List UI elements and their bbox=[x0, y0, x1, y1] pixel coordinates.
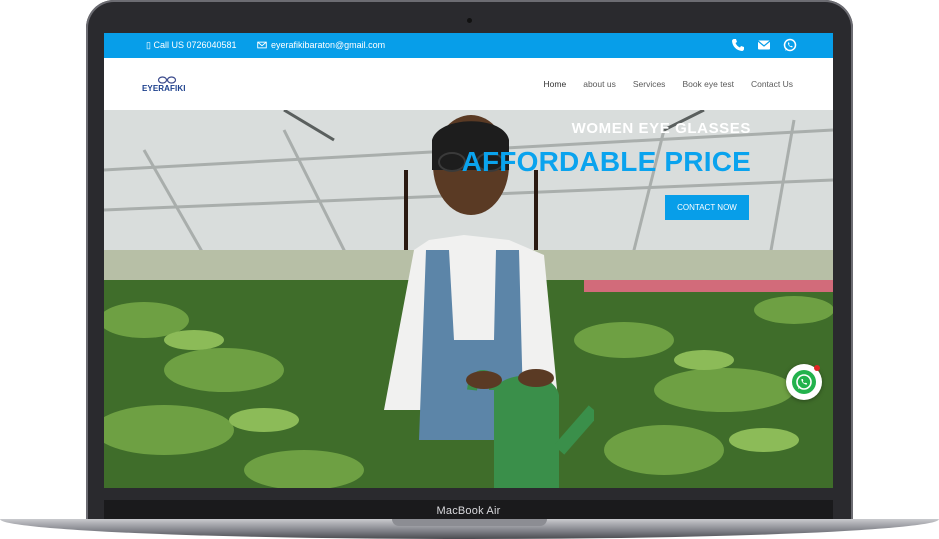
browser-screen: ▯ Call US 0726040581 eyerafikibaraton@gm… bbox=[104, 33, 833, 488]
contact-now-button[interactable]: CONTACT NOW bbox=[665, 195, 749, 220]
camera-icon bbox=[467, 18, 472, 23]
envelope-icon bbox=[257, 41, 267, 49]
email-text: eyerafikibaraton@gmail.com bbox=[271, 40, 386, 50]
logo-text: EYERAFIKI bbox=[142, 84, 186, 93]
hero-title: AFFORDABLE PRICE bbox=[461, 146, 751, 177]
nav-book-eye-test[interactable]: Book eye test bbox=[682, 79, 734, 89]
envelope-icon[interactable] bbox=[757, 38, 771, 52]
notification-dot bbox=[814, 365, 820, 371]
phone-icon[interactable] bbox=[731, 38, 745, 52]
email-link[interactable]: eyerafikibaraton@gmail.com bbox=[257, 40, 385, 50]
whatsapp-icon[interactable] bbox=[783, 38, 797, 52]
main-navbar: EYERAFIKI Home about us Services Book ey… bbox=[104, 58, 833, 110]
nav-about-us[interactable]: about us bbox=[583, 79, 616, 89]
brand-logo[interactable]: EYERAFIKI bbox=[142, 75, 200, 95]
nav-contact-us[interactable]: Contact Us bbox=[751, 79, 793, 89]
call-us-text[interactable]: ▯ Call US 0726040581 bbox=[146, 40, 237, 51]
whatsapp-chat-button[interactable] bbox=[786, 364, 822, 400]
nav-home[interactable]: Home bbox=[544, 79, 567, 89]
contact-topbar: ▯ Call US 0726040581 eyerafikibaraton@gm… bbox=[104, 33, 833, 58]
social-icons bbox=[731, 38, 797, 52]
laptop-notch bbox=[392, 519, 547, 526]
hero-subtitle: WOMEN EYE GLASSES bbox=[571, 120, 751, 137]
nav-services[interactable]: Services bbox=[633, 79, 666, 89]
hero-banner: WOMEN EYE GLASSES AFFORDABLE PRICE CONTA… bbox=[104, 110, 833, 488]
primary-menu: Home about us Services Book eye test Con… bbox=[544, 79, 793, 89]
whatsapp-icon bbox=[792, 370, 816, 394]
